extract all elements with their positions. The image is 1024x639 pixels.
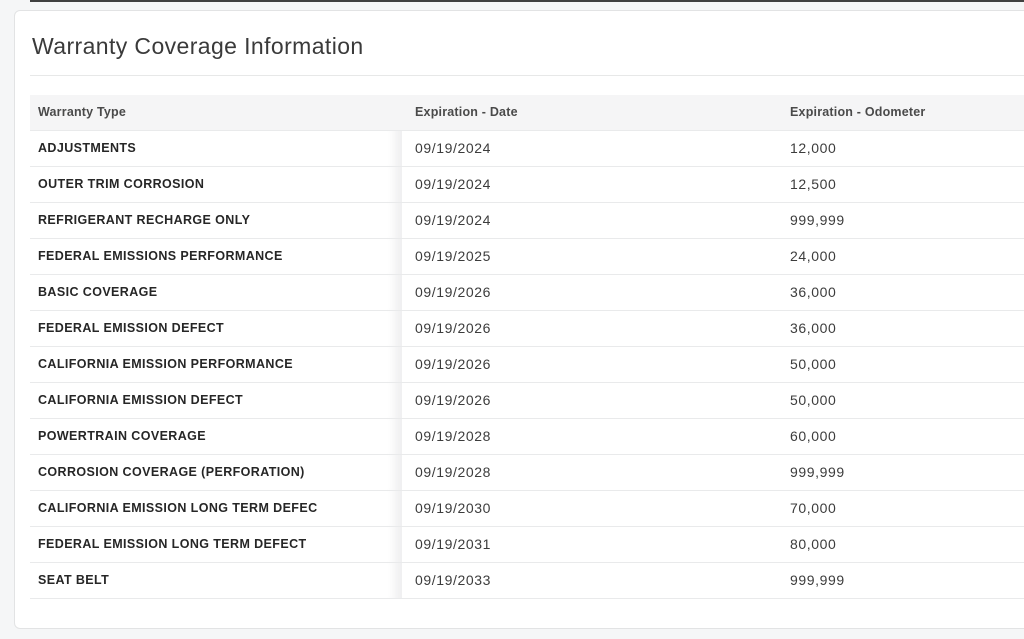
- warranty-type-cell: CORROSION COVERAGE (PERFORATION): [30, 454, 402, 491]
- table-row: SEAT BELT 09/19/2033 999,999: [30, 562, 1024, 599]
- warranty-type-cell: CALIFORNIA EMISSION DEFECT: [30, 382, 402, 419]
- table-row: CALIFORNIA EMISSION LONG TERM DEFEC 09/1…: [30, 490, 1024, 527]
- warranty-type-cell: FEDERAL EMISSION LONG TERM DEFECT: [30, 526, 402, 563]
- expiration-date-cell: 09/19/2031: [402, 526, 777, 563]
- column-header-warranty-type: Warranty Type: [30, 95, 402, 131]
- warranty-type-cell: FEDERAL EMISSIONS PERFORMANCE: [30, 238, 402, 275]
- column-header-expiration-date: Expiration - Date: [402, 95, 777, 131]
- table-row: BASIC COVERAGE 09/19/2026 36,000: [30, 274, 1024, 311]
- expiration-odometer-cell: 999,999: [777, 202, 1024, 239]
- page-title: Warranty Coverage Information: [32, 33, 364, 59]
- expiration-odometer-cell: 36,000: [777, 274, 1024, 311]
- warranty-type-cell: POWERTRAIN COVERAGE: [30, 418, 402, 455]
- table-header-row: Warranty Type Expiration - Date Expirati…: [30, 95, 1024, 131]
- expiration-odometer-cell: 60,000: [777, 418, 1024, 455]
- expiration-date-cell: 09/19/2025: [402, 238, 777, 275]
- table-body: ADJUSTMENTS 09/19/2024 12,000 OUTER TRIM…: [30, 130, 1024, 599]
- warranty-type-cell: CALIFORNIA EMISSION LONG TERM DEFEC: [30, 490, 402, 527]
- table-row: CALIFORNIA EMISSION PERFORMANCE 09/19/20…: [30, 346, 1024, 383]
- table-row: OUTER TRIM CORROSION 09/19/2024 12,500: [30, 166, 1024, 203]
- expiration-odometer-cell: 999,999: [777, 562, 1024, 599]
- warranty-type-cell: ADJUSTMENTS: [30, 130, 402, 167]
- expiration-date-cell: 09/19/2024: [402, 166, 777, 203]
- table-row: POWERTRAIN COVERAGE 09/19/2028 60,000: [30, 418, 1024, 455]
- table-row: ADJUSTMENTS 09/19/2024 12,000: [30, 130, 1024, 167]
- expiration-date-cell: 09/19/2026: [402, 382, 777, 419]
- warranty-type-cell: SEAT BELT: [30, 562, 402, 599]
- table-row: FEDERAL EMISSIONS PERFORMANCE 09/19/2025…: [30, 238, 1024, 275]
- warranty-type-cell: REFRIGERANT RECHARGE ONLY: [30, 202, 402, 239]
- expiration-date-cell: 09/19/2030: [402, 490, 777, 527]
- top-edge-line: [30, 0, 1024, 2]
- expiration-date-cell: 09/19/2026: [402, 274, 777, 311]
- column-header-expiration-odometer: Expiration - Odometer: [777, 95, 1024, 131]
- expiration-date-cell: 09/19/2028: [402, 418, 777, 455]
- expiration-odometer-cell: 36,000: [777, 310, 1024, 347]
- expiration-odometer-cell: 70,000: [777, 490, 1024, 527]
- warranty-table: Warranty Type Expiration - Date Expirati…: [30, 95, 1024, 599]
- title-divider: [30, 75, 1024, 76]
- expiration-odometer-cell: 999,999: [777, 454, 1024, 491]
- expiration-date-cell: 09/19/2028: [402, 454, 777, 491]
- expiration-odometer-cell: 12,000: [777, 130, 1024, 167]
- warranty-coverage-card: Warranty Coverage Information Warranty T…: [14, 10, 1024, 629]
- expiration-date-cell: 09/19/2024: [402, 202, 777, 239]
- table-row: REFRIGERANT RECHARGE ONLY 09/19/2024 999…: [30, 202, 1024, 239]
- warranty-type-cell: OUTER TRIM CORROSION: [30, 166, 402, 203]
- warranty-type-cell: FEDERAL EMISSION DEFECT: [30, 310, 402, 347]
- expiration-odometer-cell: 12,500: [777, 166, 1024, 203]
- expiration-odometer-cell: 24,000: [777, 238, 1024, 275]
- expiration-date-cell: 09/19/2033: [402, 562, 777, 599]
- table-row: FEDERAL EMISSION DEFECT 09/19/2026 36,00…: [30, 310, 1024, 347]
- table-row: CORROSION COVERAGE (PERFORATION) 09/19/2…: [30, 454, 1024, 491]
- expiration-date-cell: 09/19/2026: [402, 310, 777, 347]
- warranty-type-cell: CALIFORNIA EMISSION PERFORMANCE: [30, 346, 402, 383]
- expiration-odometer-cell: 50,000: [777, 346, 1024, 383]
- expiration-odometer-cell: 80,000: [777, 526, 1024, 563]
- warranty-type-cell: BASIC COVERAGE: [30, 274, 402, 311]
- expiration-date-cell: 09/19/2026: [402, 346, 777, 383]
- expiration-odometer-cell: 50,000: [777, 382, 1024, 419]
- table-row: CALIFORNIA EMISSION DEFECT 09/19/2026 50…: [30, 382, 1024, 419]
- table-row: FEDERAL EMISSION LONG TERM DEFECT 09/19/…: [30, 526, 1024, 563]
- expiration-date-cell: 09/19/2024: [402, 130, 777, 167]
